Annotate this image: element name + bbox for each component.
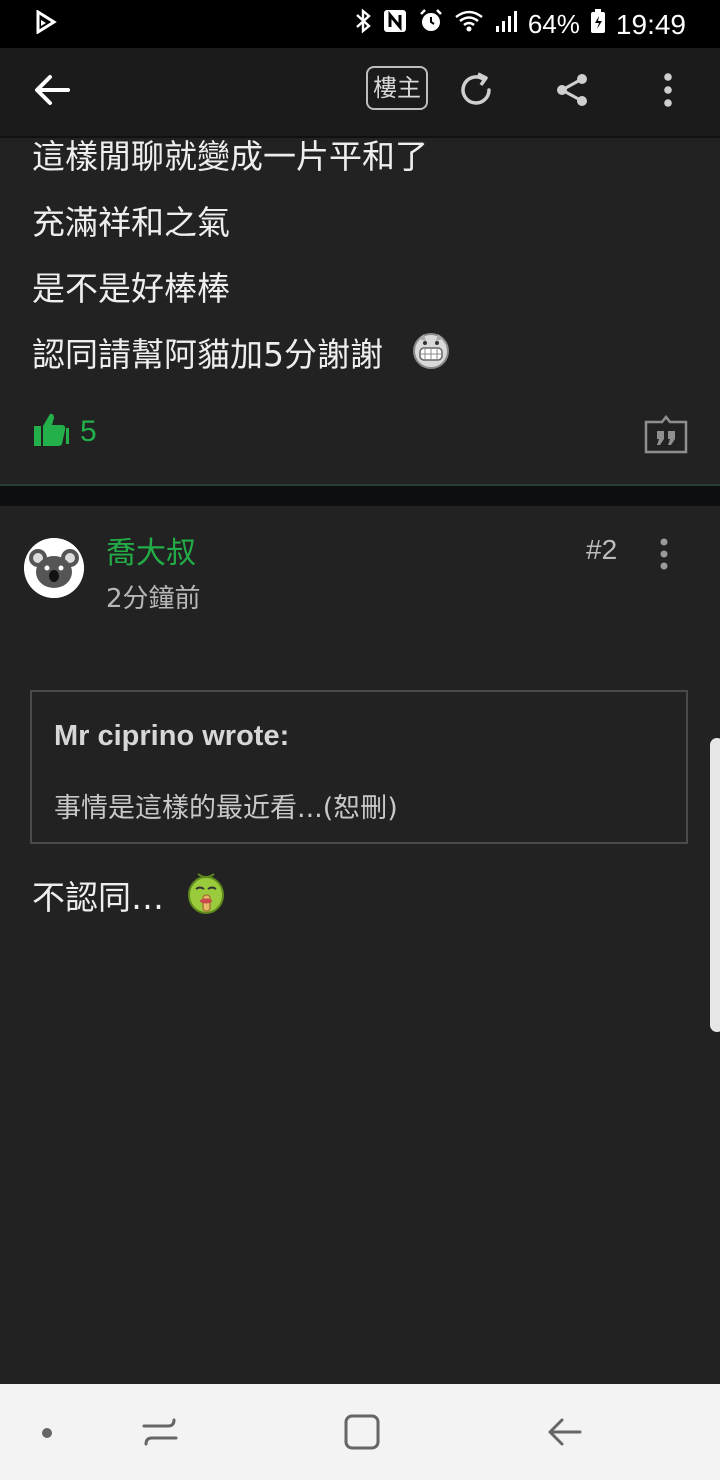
clock-time: 19:49 <box>615 8 686 40</box>
shush-emoji-icon <box>186 870 226 920</box>
back-arrow-icon[interactable] <box>30 68 74 112</box>
avatar[interactable] <box>24 538 84 598</box>
app-bar: 樓主 <box>0 48 720 138</box>
system-nav-bar <box>0 1384 720 1480</box>
play-store-notification-icon <box>34 9 58 41</box>
bluetooth-icon <box>354 8 372 41</box>
post-last-line: 認同請幫阿貓加5分謝謝 <box>32 328 451 376</box>
post-timestamp: 2分鐘前 <box>106 584 201 614</box>
reply-text: 不認同… <box>32 878 164 917</box>
home-icon[interactable] <box>342 1412 382 1452</box>
nav-dot-icon[interactable] <box>30 1412 70 1452</box>
wifi-icon <box>454 8 484 41</box>
post-divider <box>0 484 720 506</box>
quote-author: Mr ciprino wrote: <box>54 720 290 752</box>
share-icon[interactable] <box>552 70 592 110</box>
quote-excerpt: 事情是這樣的最近看...(恕刪) <box>54 793 398 824</box>
status-bar: 64% 19:49 <box>0 0 720 48</box>
battery-icon <box>590 8 606 41</box>
post-line: 這樣閒聊就變成一片平和了 <box>32 137 428 176</box>
op-only-button[interactable]: 樓主 <box>366 66 428 110</box>
username[interactable]: 喬大叔 <box>106 528 196 572</box>
scrollbar-handle[interactable] <box>710 738 720 1032</box>
like-count: 5 <box>80 415 97 448</box>
reply-body: 不認同… <box>32 870 226 920</box>
signal-icon <box>494 8 518 41</box>
quote-reply-icon[interactable] <box>644 414 688 454</box>
battery-percent: 64% <box>527 9 580 39</box>
more-options-icon[interactable] <box>652 536 676 572</box>
thumbs-up-icon[interactable] <box>32 412 70 452</box>
recent-apps-icon[interactable] <box>140 1412 180 1452</box>
like-row: 5 <box>32 412 97 452</box>
overflow-menu-icon[interactable] <box>648 70 688 110</box>
post-line: 認同請幫阿貓加5分謝謝 <box>32 335 383 374</box>
grin-emoji-icon <box>411 330 451 374</box>
koala-avatar-icon <box>24 538 84 598</box>
floor-number: #2 <box>586 534 618 565</box>
alarm-icon <box>418 8 444 41</box>
nfc-icon <box>382 8 408 41</box>
post-line: 是不是好棒棒 <box>32 269 230 308</box>
back-nav-icon[interactable] <box>544 1412 584 1452</box>
quote-block: Mr ciprino wrote: 事情是這樣的最近看...(恕刪) <box>30 690 688 844</box>
post-line: 充滿祥和之氣 <box>32 203 230 242</box>
refresh-icon[interactable] <box>456 70 496 110</box>
